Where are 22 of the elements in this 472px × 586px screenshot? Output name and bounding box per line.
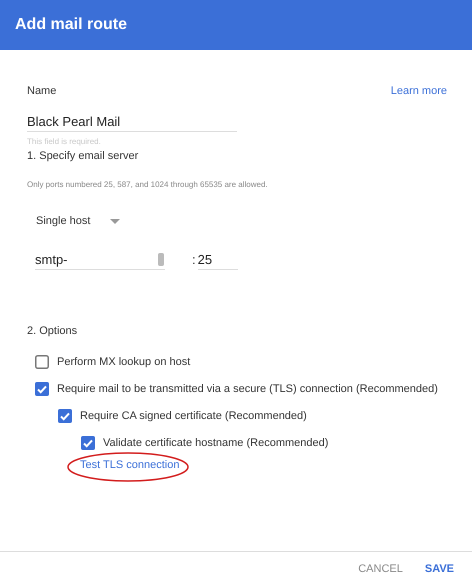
checkbox[interactable] bbox=[35, 355, 49, 369]
checkbox-label: Require CA signed certificate (Recommended) bbox=[80, 410, 307, 422]
host-type-dropdown[interactable]: Single host bbox=[36, 215, 447, 227]
save-button[interactable]: SAVE bbox=[416, 559, 462, 579]
port-separator: : bbox=[192, 252, 196, 267]
checkbox[interactable] bbox=[35, 382, 49, 396]
field-handle-icon[interactable] bbox=[158, 253, 164, 266]
port-input-field[interactable]: 25 bbox=[198, 250, 238, 270]
checkbox-label: Perform MX lookup on host bbox=[57, 356, 190, 368]
checkbox[interactable] bbox=[58, 409, 72, 423]
field-label: Name bbox=[27, 85, 56, 97]
checkbox-label: Require mail to be transmitted via a secure (TLS) connection (Recommended) bbox=[57, 383, 438, 395]
checkbox[interactable] bbox=[81, 436, 95, 450]
port-note: Only ports numbered 25, 587, and 1024 through 65535 are allowed. bbox=[27, 180, 269, 189]
caret-icon bbox=[110, 218, 120, 224]
section-heading: 2. Options bbox=[27, 325, 78, 337]
section-heading: 1. Specify email server bbox=[27, 150, 140, 162]
name-input-field[interactable]: Black Pearl Mail bbox=[27, 112, 237, 132]
checkbox-label: Validate certificate hostname (Recommended) bbox=[103, 437, 328, 449]
cancel-button[interactable]: CANCEL bbox=[350, 559, 411, 579]
dialog-title: Add mail route bbox=[15, 16, 128, 34]
learn-more-link[interactable]: Learn more bbox=[390, 85, 447, 97]
